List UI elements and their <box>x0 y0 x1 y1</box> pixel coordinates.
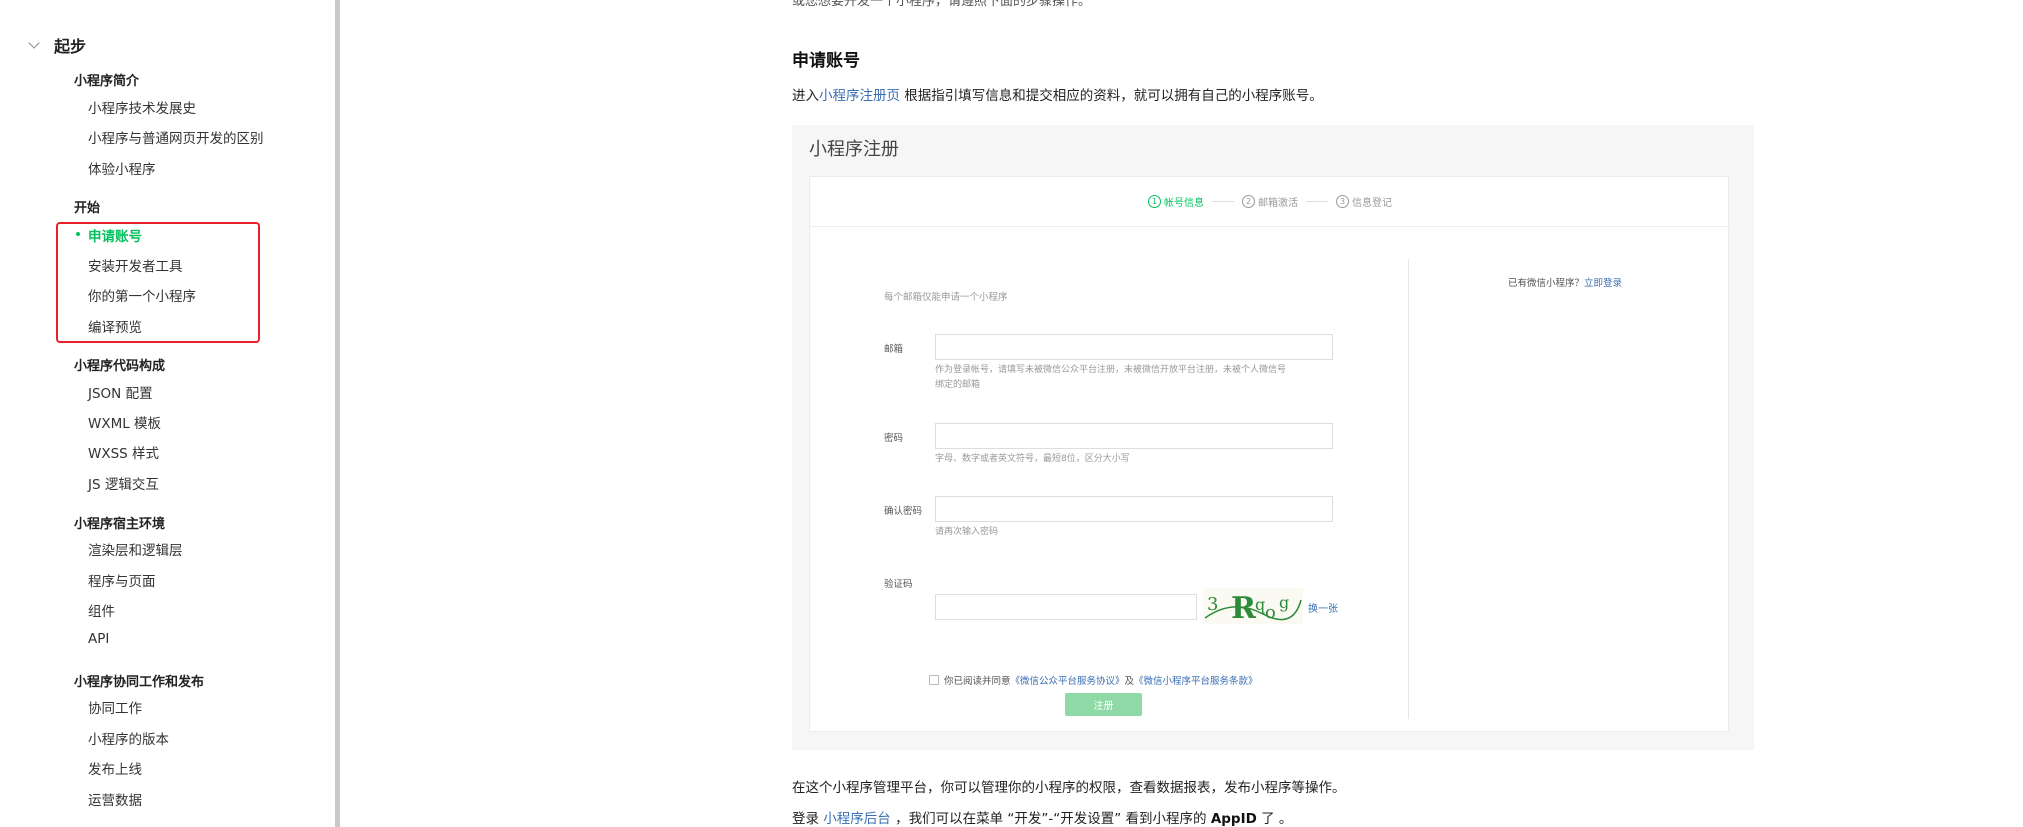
group-title-intro: 小程序简介 <box>74 74 140 89</box>
svg-text:o: o <box>1265 602 1276 623</box>
intro-paragraph: 进入小程序注册页 根据指引填写信息和提交相应的资料，就可以拥有自己的小程序账号。 <box>792 84 1323 104</box>
appid-text: AppID <box>1210 811 1257 827</box>
confirm-password-hint: 请再次输入密码 <box>935 527 999 537</box>
password-hint: 字母、数字或者英文符号，最短8位，区分大小写 <box>935 454 1130 464</box>
step-email-activation: 2 邮箱激活 <box>1242 194 1298 209</box>
email-field[interactable] <box>935 334 1333 360</box>
intro-prefix: 进入 <box>792 88 819 104</box>
platform-agreement-link[interactable]: 《微信公众平台服务协议》 <box>1011 673 1125 687</box>
page-heading: 申请账号 <box>792 51 860 71</box>
password-label: 密码 <box>884 433 904 444</box>
sidebar-item-api[interactable]: API <box>88 631 109 647</box>
email-hint: 作为登录帐号，请填写未被微信公众平台注册，未被微信开放平台注册，未被个人微信号 … <box>935 365 1287 390</box>
captcha-field[interactable] <box>935 594 1197 620</box>
section-title: 起步 <box>54 37 87 56</box>
sidebar-item-history[interactable]: 小程序技术发展史 <box>88 97 196 117</box>
sidebar-item-json[interactable]: JSON 配置 <box>88 382 153 402</box>
sidebar-item-operations[interactable]: 运营数据 <box>88 789 142 809</box>
login-hint: 已有微信小程序？立即登录 <box>1508 278 1623 289</box>
card-divider <box>1408 259 1409 719</box>
group-title-collab: 小程序协同工作和发布 <box>74 675 205 690</box>
section-toggle-getting-started[interactable]: 起步 <box>28 33 87 57</box>
registration-screenshot: 小程序注册 1 帐号信息 2 邮箱激活 3 信息登记 每个邮箱仅能申请一个小程序 邮箱… <box>792 125 1754 750</box>
cut-off-text: 或您想要开发一个小程序，请遵照下面的步骤操作。 <box>792 0 1092 9</box>
sidebar-item-experience[interactable]: 体验小程序 <box>88 158 156 178</box>
sidebar-divider[interactable] <box>335 0 340 827</box>
agreement-row: 你已阅读并同意 《微信公众平台服务协议》 及 《微信小程序平台服务条款》 <box>929 673 1258 687</box>
sidebar-item-collab[interactable]: 协同工作 <box>88 697 142 717</box>
step-separator <box>1306 201 1328 202</box>
register-page-link[interactable]: 小程序注册页 <box>819 88 900 104</box>
annotation-highlight-box <box>56 222 260 343</box>
sidebar-item-wxss[interactable]: WXSS 样式 <box>88 442 159 462</box>
miniprogram-terms-link[interactable]: 《微信小程序平台服务条款》 <box>1134 673 1258 687</box>
appid-paragraph: 登录 小程序后台 ，我们可以在菜单 “开发”-“开发设置” 看到小程序的 App… <box>792 811 1293 827</box>
sidebar-item-render-logic[interactable]: 渲染层和逻辑层 <box>88 539 183 559</box>
captcha-refresh-link[interactable]: 换一张 <box>1308 600 1338 615</box>
confirm-password-field[interactable] <box>935 496 1333 522</box>
sidebar-item-versions[interactable]: 小程序的版本 <box>88 728 169 748</box>
sidebar-item-wxml[interactable]: WXML 模板 <box>88 412 161 432</box>
registration-card: 1 帐号信息 2 邮箱激活 3 信息登记 每个邮箱仅能申请一个小程序 邮箱 作为登录帐… <box>809 176 1730 732</box>
step-account-info: 1 帐号信息 <box>1148 194 1204 209</box>
sidebar-item-app-page[interactable]: 程序与页面 <box>88 570 156 590</box>
step-info-register: 3 信息登记 <box>1336 194 1392 209</box>
sidebar-item-release[interactable]: 发布上线 <box>88 758 142 778</box>
registration-steps: 1 帐号信息 2 邮箱激活 3 信息登记 <box>810 177 1730 227</box>
admin-backend-link[interactable]: 小程序后台 <box>823 811 891 827</box>
email-limit-note: 每个邮箱仅能申请一个小程序 <box>884 292 1008 303</box>
password-field[interactable] <box>935 423 1333 449</box>
screenshot-title: 小程序注册 <box>809 139 899 160</box>
group-title-start: 开始 <box>74 201 101 216</box>
sidebar-item-components[interactable]: 组件 <box>88 600 115 620</box>
captcha-label: 验证码 <box>884 579 913 590</box>
confirm-password-label: 确认密码 <box>884 506 923 517</box>
chevron-down-icon <box>28 37 40 49</box>
sidebar-item-js[interactable]: JS 逻辑交互 <box>88 473 159 493</box>
register-button[interactable]: 注册 <box>1065 693 1142 716</box>
svg-text:g: g <box>1279 593 1289 612</box>
group-title-code: 小程序代码构成 <box>74 359 166 374</box>
agreement-checkbox[interactable] <box>929 675 939 685</box>
group-title-host: 小程序宿主环境 <box>74 517 166 532</box>
intro-suffix: 根据指引填写信息和提交相应的资料，就可以拥有自己的小程序账号。 <box>900 88 1323 104</box>
email-label: 邮箱 <box>884 344 904 355</box>
step-separator <box>1212 201 1234 202</box>
docs-sidebar: 起步 小程序简介 小程序技术发展史 小程序与普通网页开发的区别 体验小程序 开始… <box>0 0 335 827</box>
sidebar-item-difference[interactable]: 小程序与普通网页开发的区别 <box>88 127 264 147</box>
captcha-image[interactable]: 3 R q o g <box>1203 588 1303 624</box>
login-now-link[interactable]: 立即登录 <box>1584 278 1622 289</box>
platform-paragraph: 在这个小程序管理平台，你可以管理你的小程序的权限，查看数据报表，发布小程序等操作… <box>792 780 1346 796</box>
